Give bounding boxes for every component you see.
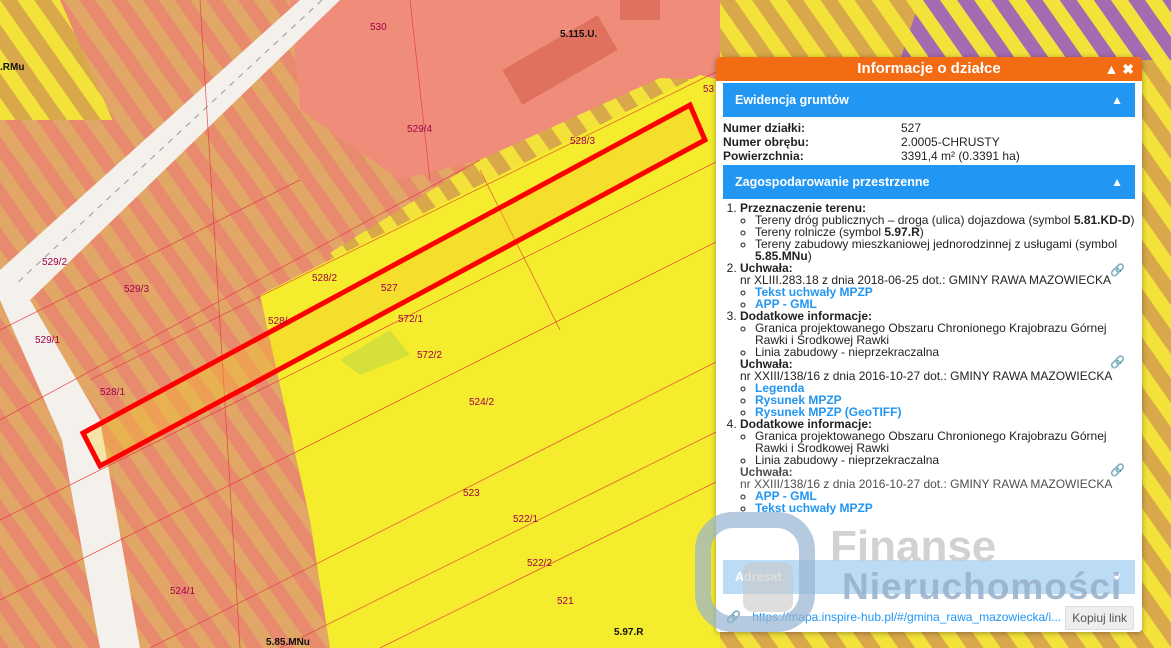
chevron-up-icon: ▲	[1111, 93, 1123, 107]
link-icon[interactable]: 🔗	[1110, 464, 1125, 476]
ewidencja-section-header[interactable]: Ewidencja gruntów ▲	[723, 83, 1135, 117]
parcel-info-panel: Informacje o działce ▲ ✖ Ewidencja grunt…	[716, 57, 1142, 632]
parcel-label: 528/	[268, 316, 288, 327]
parcel-number-row: Numer działki: 527	[723, 121, 1135, 135]
parcel-label: 527	[381, 283, 398, 294]
adresat-section-header[interactable]: Adresat ▼	[723, 560, 1135, 594]
area-row: Powierzchnia: 3391,4 m² (0.3391 ha)	[723, 149, 1135, 163]
zone-label: 5.97.R	[614, 627, 644, 638]
copy-link-button[interactable]: Kopiuj link	[1065, 606, 1134, 630]
zagospodarowanie-title: Zagospodarowanie przestrzenne	[735, 175, 930, 189]
link-icon[interactable]: 🔗	[1110, 264, 1125, 276]
parcel-label: 523	[463, 488, 480, 499]
precinct-number-row: Numer obrębu: 2.0005-CHRUSTY	[723, 135, 1135, 149]
zoning-item: Dodatkowe informacje: Granica projektowa…	[740, 418, 1135, 514]
list-item: Granica projektowanego Obszaru Chronione…	[755, 430, 1135, 454]
area-value: 3391,4 m² (0.3391 ha)	[901, 149, 1020, 163]
chevron-down-icon: ▼	[1110, 570, 1123, 584]
list-item: Tereny zabudowy mieszkaniowej jednorodzi…	[755, 238, 1135, 262]
parcel-details: Numer działki: 527 Numer obrębu: 2.0005-…	[723, 121, 1135, 163]
parcel-label: 522/2	[527, 558, 552, 569]
zagospodarowanie-section-header[interactable]: Zagospodarowanie przestrzenne ▲	[723, 165, 1135, 199]
close-icon[interactable]: ✖	[1122, 61, 1134, 77]
parcel-label: 529/4	[407, 124, 432, 135]
link-icon[interactable]: 🔗	[1110, 356, 1125, 368]
parcel-number-value: 527	[901, 121, 922, 135]
list-item: Granica projektowanego Obszaru Chronione…	[755, 322, 1135, 346]
parcel-label: 522/1	[513, 514, 538, 525]
parcel-label: 524/1	[170, 586, 195, 597]
parcel-label: 524/2	[469, 397, 494, 408]
ewidencja-title: Ewidencja gruntów	[735, 93, 849, 107]
parcel-label: 529/1	[35, 335, 60, 346]
panel-title: Informacje o działce	[857, 60, 1001, 77]
parcel-label: 572/2	[417, 350, 442, 361]
field-label: Numer działki:	[723, 121, 806, 135]
share-link-bar: 🔗 https://mapa.inspire-hub.pl/#/gmina_ra…	[716, 602, 1142, 632]
parcel-label: 528/1	[100, 387, 125, 398]
panel-header: Informacje o działce ▲ ✖	[716, 57, 1142, 81]
tekst-uchwaly-link[interactable]: Tekst uchwały MPZP	[755, 501, 873, 515]
parcel-label: 530	[370, 22, 387, 33]
field-label: Powierzchnia:	[723, 149, 804, 163]
parcel-label: 529/3	[124, 284, 149, 295]
parcel-label: 572/1	[398, 314, 423, 325]
zone-purple-area	[900, 0, 1171, 60]
zone-label: 5.115.U.	[560, 29, 597, 40]
list-item: Linia zabudowy - nieprzekraczalna	[755, 346, 1135, 358]
zoning-details: Przeznaczenie terenu: Tereny dróg public…	[723, 199, 1135, 514]
share-url[interactable]: https://mapa.inspire-hub.pl/#/gmina_rawa…	[752, 610, 1061, 624]
field-label: Numer obrębu:	[723, 135, 810, 149]
parcel-label: 528/3	[570, 136, 595, 147]
parcel-label: 529/2	[42, 257, 67, 268]
building	[620, 0, 660, 20]
adresat-title: Adresat	[735, 570, 782, 584]
resolution-text: nr XXIII/138/16 z dnia 2016-10-27 dot.: …	[740, 477, 1113, 491]
link-icon: 🔗	[726, 610, 741, 624]
zoning-item: Dodatkowe informacje: Granica projektowa…	[740, 310, 1135, 418]
zone-label: .RMu	[0, 62, 24, 73]
list-item: Linia zabudowy - nieprzekraczalna	[755, 454, 1135, 466]
parcel-label: 528/2	[312, 273, 337, 284]
zoning-item: Przeznaczenie terenu: Tereny dróg public…	[740, 202, 1135, 262]
chevron-up-icon: ▲	[1111, 175, 1123, 189]
chevron-up-icon[interactable]: ▲	[1105, 61, 1119, 77]
parcel-label: 53	[703, 84, 715, 95]
zone-label: 5.85.MNu	[266, 637, 310, 648]
parcel-label: 521	[557, 596, 574, 607]
precinct-number-value: 2.0005-CHRUSTY	[901, 135, 1000, 149]
zoning-item: 🔗 Uchwała: nr XLIII.283.18 z dnia 2018-0…	[740, 262, 1135, 310]
